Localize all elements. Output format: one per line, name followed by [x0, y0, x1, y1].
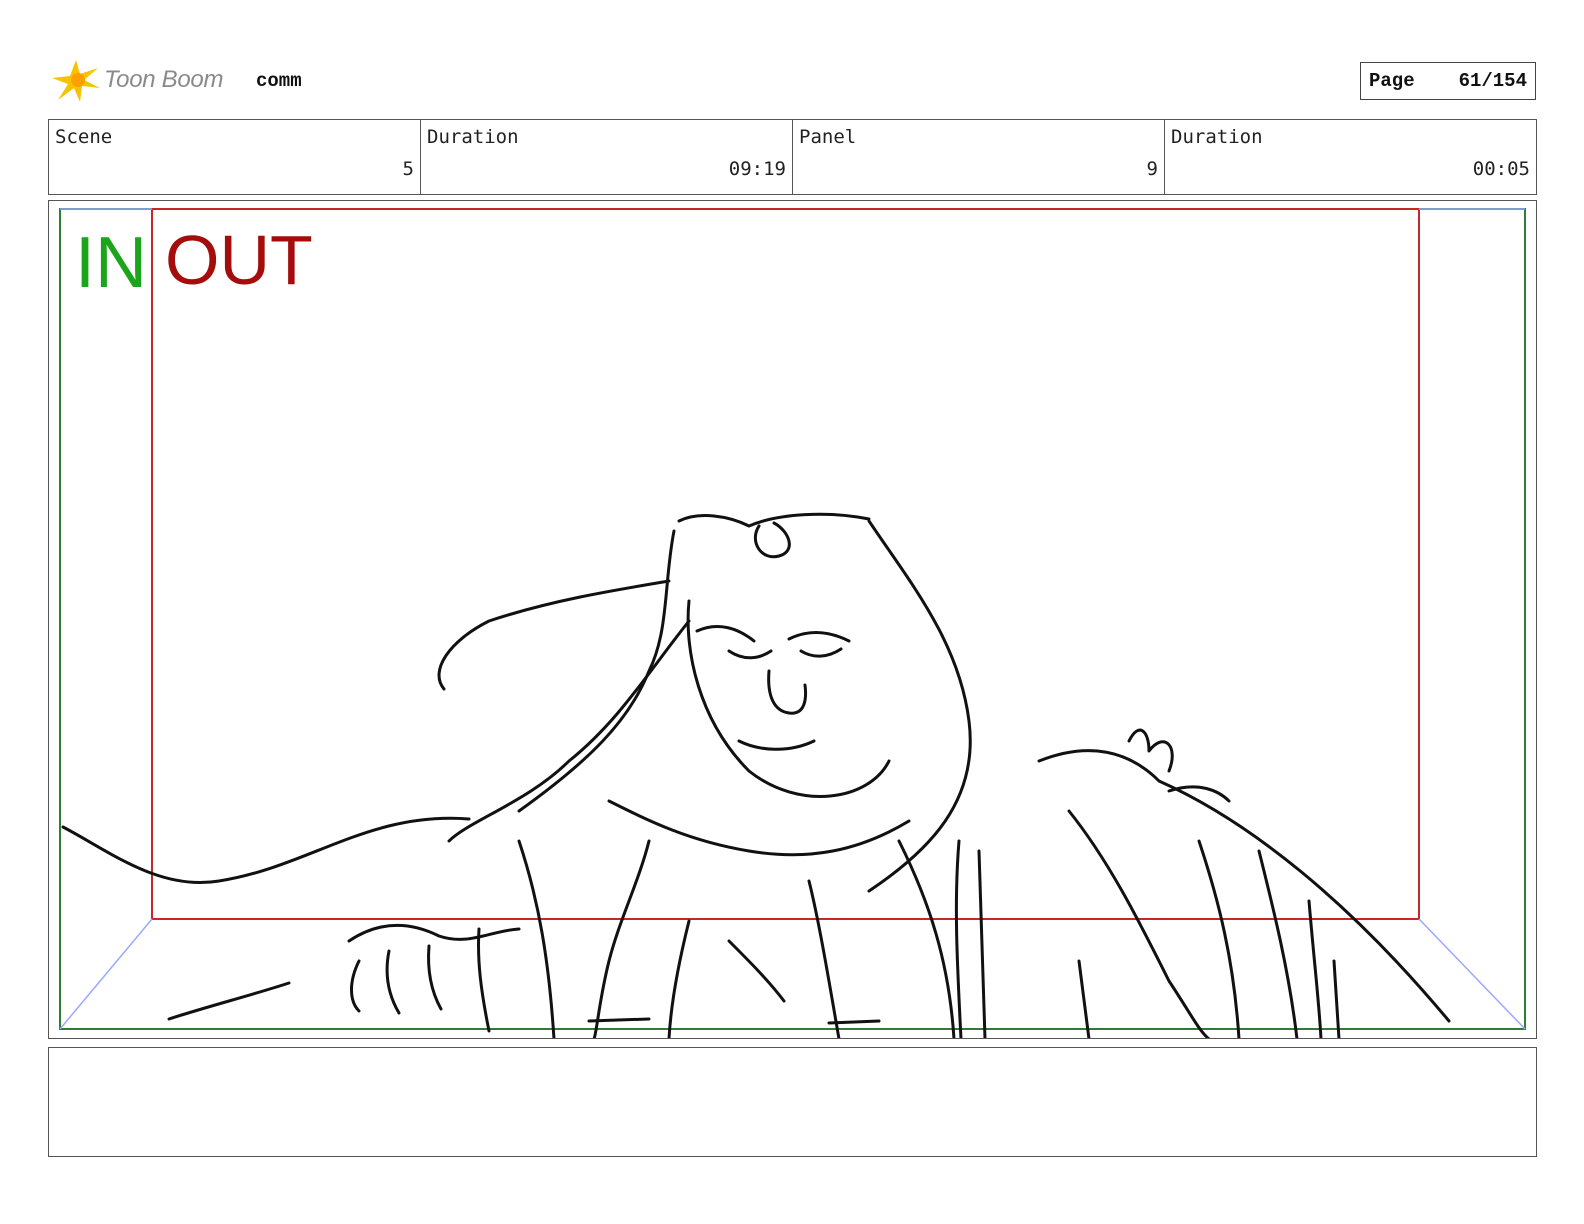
- panel-duration-value: 00:05: [1472, 158, 1530, 180]
- page-label: Page: [1369, 70, 1415, 92]
- starburst-icon: [52, 60, 100, 102]
- panel-cell: Panel 9: [793, 120, 1165, 194]
- camera-move-arrows: [59, 208, 1526, 1030]
- out-camera-frame: [151, 208, 1420, 920]
- panel-drawing: [59, 208, 1526, 1038]
- panel-duration-label: Duration: [1171, 126, 1263, 148]
- scene-duration-cell: Duration 09:19: [421, 120, 793, 194]
- logo-text: Toon Boom: [104, 66, 224, 93]
- character-sketch: [61, 512, 1451, 1038]
- project-name: comm: [256, 70, 302, 92]
- in-camera-frame: [59, 208, 1526, 1030]
- storyboard-panel[interactable]: IN OUT: [48, 200, 1537, 1039]
- in-frame-label: IN: [75, 223, 147, 303]
- out-frame-label: OUT: [165, 221, 313, 299]
- panel-duration-cell: Duration 00:05: [1165, 120, 1536, 194]
- panel-notes[interactable]: [48, 1047, 1537, 1157]
- panel-value: 9: [1146, 158, 1158, 180]
- page-number: 61/154: [1458, 70, 1527, 92]
- scene-label: Scene: [55, 126, 113, 148]
- panel-label: Panel: [799, 126, 857, 148]
- scene-duration-value: 09:19: [728, 158, 786, 180]
- page-indicator: Page 61/154: [1360, 62, 1536, 100]
- scene-cell: Scene 5: [49, 120, 421, 194]
- panel-info-table: Scene 5 Duration 09:19 Panel 9 Duration …: [48, 119, 1537, 195]
- scene-value: 5: [402, 158, 414, 180]
- scene-duration-label: Duration: [427, 126, 519, 148]
